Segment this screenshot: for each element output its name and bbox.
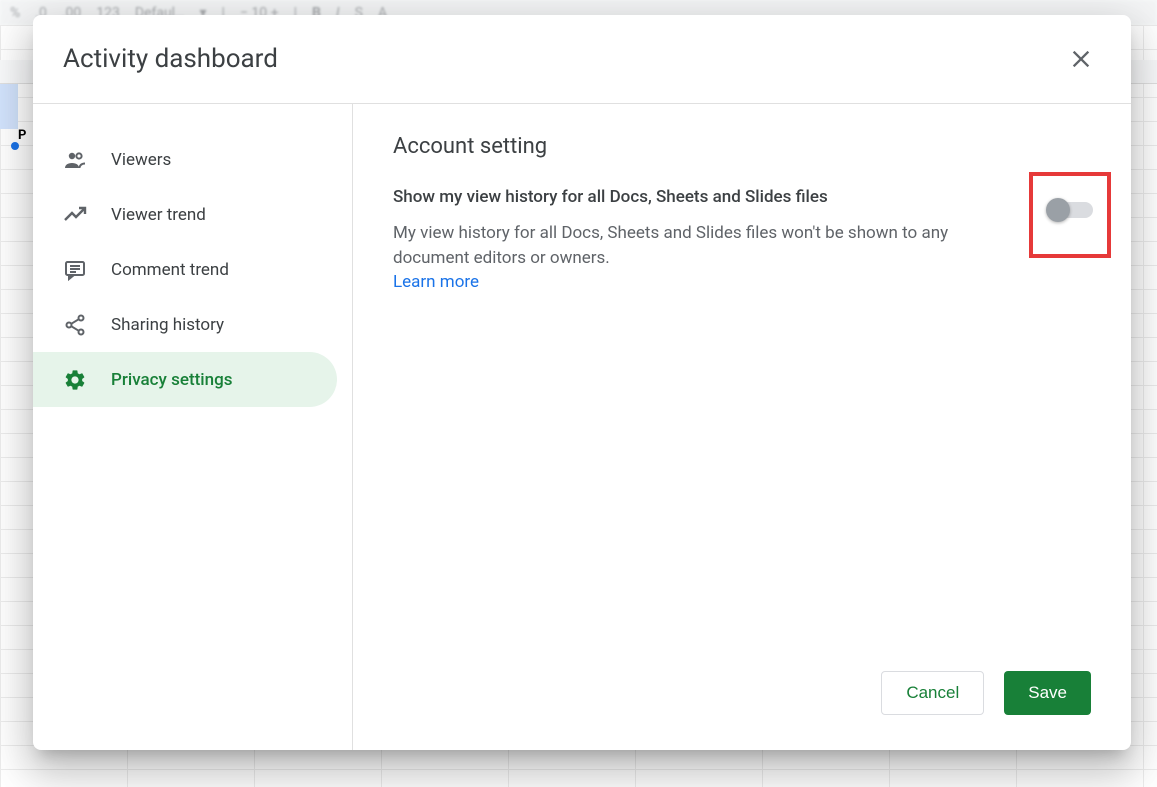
sidebar-item-comment-trend[interactable]: Comment trend	[33, 242, 337, 297]
trending-up-icon	[63, 203, 87, 227]
comment-icon	[63, 258, 87, 282]
setting-description: My view history for all Docs, Sheets and…	[393, 221, 989, 270]
sidebar-item-viewers[interactable]: Viewers	[33, 132, 337, 187]
sidebar-item-label: Sharing history	[111, 315, 224, 335]
setting-label: Show my view history for all Docs, Sheet…	[393, 187, 989, 207]
dialog-footer: Cancel Save	[393, 671, 1091, 720]
dialog-body: Viewers Viewer trend	[33, 104, 1131, 750]
sidebar-item-label: Viewer trend	[111, 205, 206, 225]
close-button[interactable]	[1061, 39, 1101, 79]
dialog-title: Activity dashboard	[63, 44, 278, 74]
sidebar-item-label: Viewers	[111, 150, 171, 170]
dialog-header: Activity dashboard	[33, 15, 1131, 104]
section-title: Account setting	[393, 134, 1091, 159]
sidebar-item-label: Privacy settings	[111, 370, 232, 390]
toggle-highlight-box	[1029, 172, 1111, 258]
sidebar-item-sharing-history[interactable]: Sharing history	[33, 297, 337, 352]
sidebar-item-privacy-settings[interactable]: Privacy settings	[33, 352, 337, 407]
gear-icon	[63, 368, 87, 392]
setting-text: Show my view history for all Docs, Sheet…	[393, 187, 989, 292]
close-icon	[1070, 48, 1092, 70]
viewers-icon	[63, 148, 87, 172]
content-pane: Account setting Show my view history for…	[353, 104, 1131, 750]
sidebar: Viewers Viewer trend	[33, 104, 353, 750]
toggle-knob	[1046, 198, 1070, 222]
setting-row: Show my view history for all Docs, Sheet…	[393, 187, 1091, 292]
save-button[interactable]: Save	[1004, 671, 1091, 715]
sidebar-item-viewer-trend[interactable]: Viewer trend	[33, 187, 337, 242]
cancel-button[interactable]: Cancel	[881, 671, 984, 715]
sidebar-item-label: Comment trend	[111, 260, 229, 280]
learn-more-link[interactable]: Learn more	[393, 272, 479, 292]
share-icon	[63, 313, 87, 337]
view-history-toggle[interactable]	[1047, 202, 1093, 218]
activity-dashboard-dialog: Activity dashboard Viewers	[33, 15, 1131, 750]
